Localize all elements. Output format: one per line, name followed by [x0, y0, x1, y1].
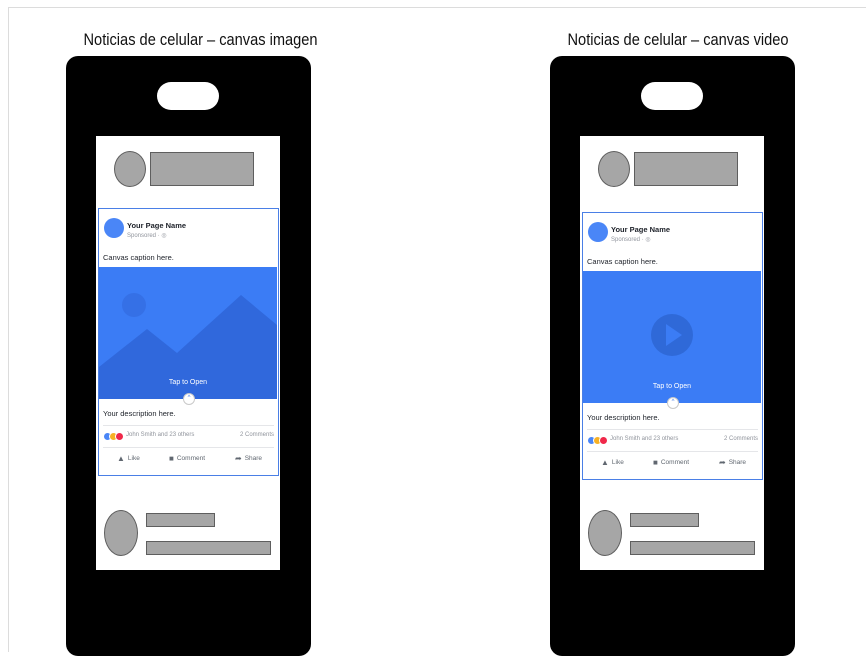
phone-screen: Your Page Name Sponsored · ◎ Canvas capt… [580, 136, 764, 570]
comments-count[interactable]: 2 Comments [724, 436, 758, 442]
share-button[interactable]: ➦ Share [719, 458, 746, 467]
placeholder-bar [146, 513, 215, 527]
divider [587, 451, 758, 452]
comment-button[interactable]: ■ Comment [653, 458, 689, 467]
action-bar: ▲ Like ■ Comment ➦ Share [583, 458, 762, 470]
placeholder-bar [630, 513, 699, 527]
ad-description: Your description here. [103, 409, 176, 418]
divider [587, 429, 758, 430]
media-video[interactable]: Tap to Open [583, 271, 761, 403]
action-bar: ▲ Like ■ Comment ➦ Share [99, 454, 278, 466]
phone-frame: Your Page Name Sponsored · ◎ Canvas capt… [66, 56, 311, 656]
ad-caption: Canvas caption here. [587, 257, 658, 266]
media-image[interactable]: Tap to Open [99, 267, 277, 399]
share-arrow-icon: ➦ [719, 458, 726, 467]
love-reaction-icon [599, 436, 608, 445]
placeholder-avatar [598, 151, 630, 187]
comment-icon: ■ [653, 458, 658, 467]
placeholder-bar [146, 541, 271, 555]
mockup-image: Noticias de celular – canvas imagen Your… [66, 0, 318, 656]
ad-post[interactable]: Your Page Name Sponsored · ◎ Canvas capt… [582, 212, 763, 480]
phone-screen: Your Page Name Sponsored · ◎ Canvas capt… [96, 136, 280, 570]
comment-button[interactable]: ■ Comment [169, 454, 205, 463]
page-name[interactable]: Your Page Name [611, 225, 670, 234]
thumbs-up-icon: ▲ [117, 454, 125, 463]
placeholder-avatar [114, 151, 146, 187]
divider [103, 425, 274, 426]
canvas-border-left [8, 7, 9, 652]
phone-speaker [641, 82, 703, 110]
page-avatar[interactable] [104, 218, 124, 238]
share-label: Share [244, 455, 263, 462]
like-label: Like [611, 459, 624, 466]
comments-count[interactable]: 2 Comments [240, 432, 274, 438]
ad-description: Your description here. [587, 413, 660, 422]
ad-caption: Canvas caption here. [103, 253, 174, 262]
like-button[interactable]: ▲ Like [601, 458, 624, 467]
share-button[interactable]: ➦ Share [235, 454, 262, 463]
like-label: Like [127, 455, 140, 462]
mockup-video: Noticias de celular – canvas video Your … [550, 0, 800, 656]
chevron-up-icon[interactable]: ^ [183, 393, 195, 405]
reaction-names[interactable]: John Smith and 23 others [610, 436, 678, 442]
divider [103, 447, 274, 448]
mockup-title: Noticias de celular – canvas imagen [83, 30, 318, 49]
phone-speaker [157, 82, 219, 110]
placeholder-bar [634, 152, 738, 186]
sponsored-label: Sponsored · ◎ [127, 233, 167, 239]
chevron-up-icon[interactable]: ^ [667, 397, 679, 409]
phone-frame: Your Page Name Sponsored · ◎ Canvas capt… [550, 56, 795, 656]
share-label: Share [728, 459, 747, 466]
like-button[interactable]: ▲ Like [117, 454, 140, 463]
placeholder-avatar [588, 510, 622, 556]
share-arrow-icon: ➦ [235, 454, 242, 463]
tap-to-open-label[interactable]: Tap to Open [99, 379, 277, 386]
comment-icon: ■ [169, 454, 174, 463]
page-name[interactable]: Your Page Name [127, 221, 186, 230]
sponsored-label: Sponsored · ◎ [611, 237, 651, 243]
thumbs-up-icon: ▲ [601, 458, 609, 467]
placeholder-avatar [104, 510, 138, 556]
placeholder-bar [630, 541, 755, 555]
tap-to-open-label[interactable]: Tap to Open [583, 383, 761, 390]
reaction-names[interactable]: John Smith and 23 others [126, 432, 194, 438]
page-avatar[interactable] [588, 222, 608, 242]
ad-post[interactable]: Your Page Name Sponsored · ◎ Canvas capt… [98, 208, 279, 476]
comment-label: Comment [176, 455, 206, 462]
comment-label: Comment [660, 459, 690, 466]
placeholder-bar [150, 152, 254, 186]
love-reaction-icon [115, 432, 124, 441]
mockup-title: Noticias de celular – canvas video [567, 30, 789, 49]
